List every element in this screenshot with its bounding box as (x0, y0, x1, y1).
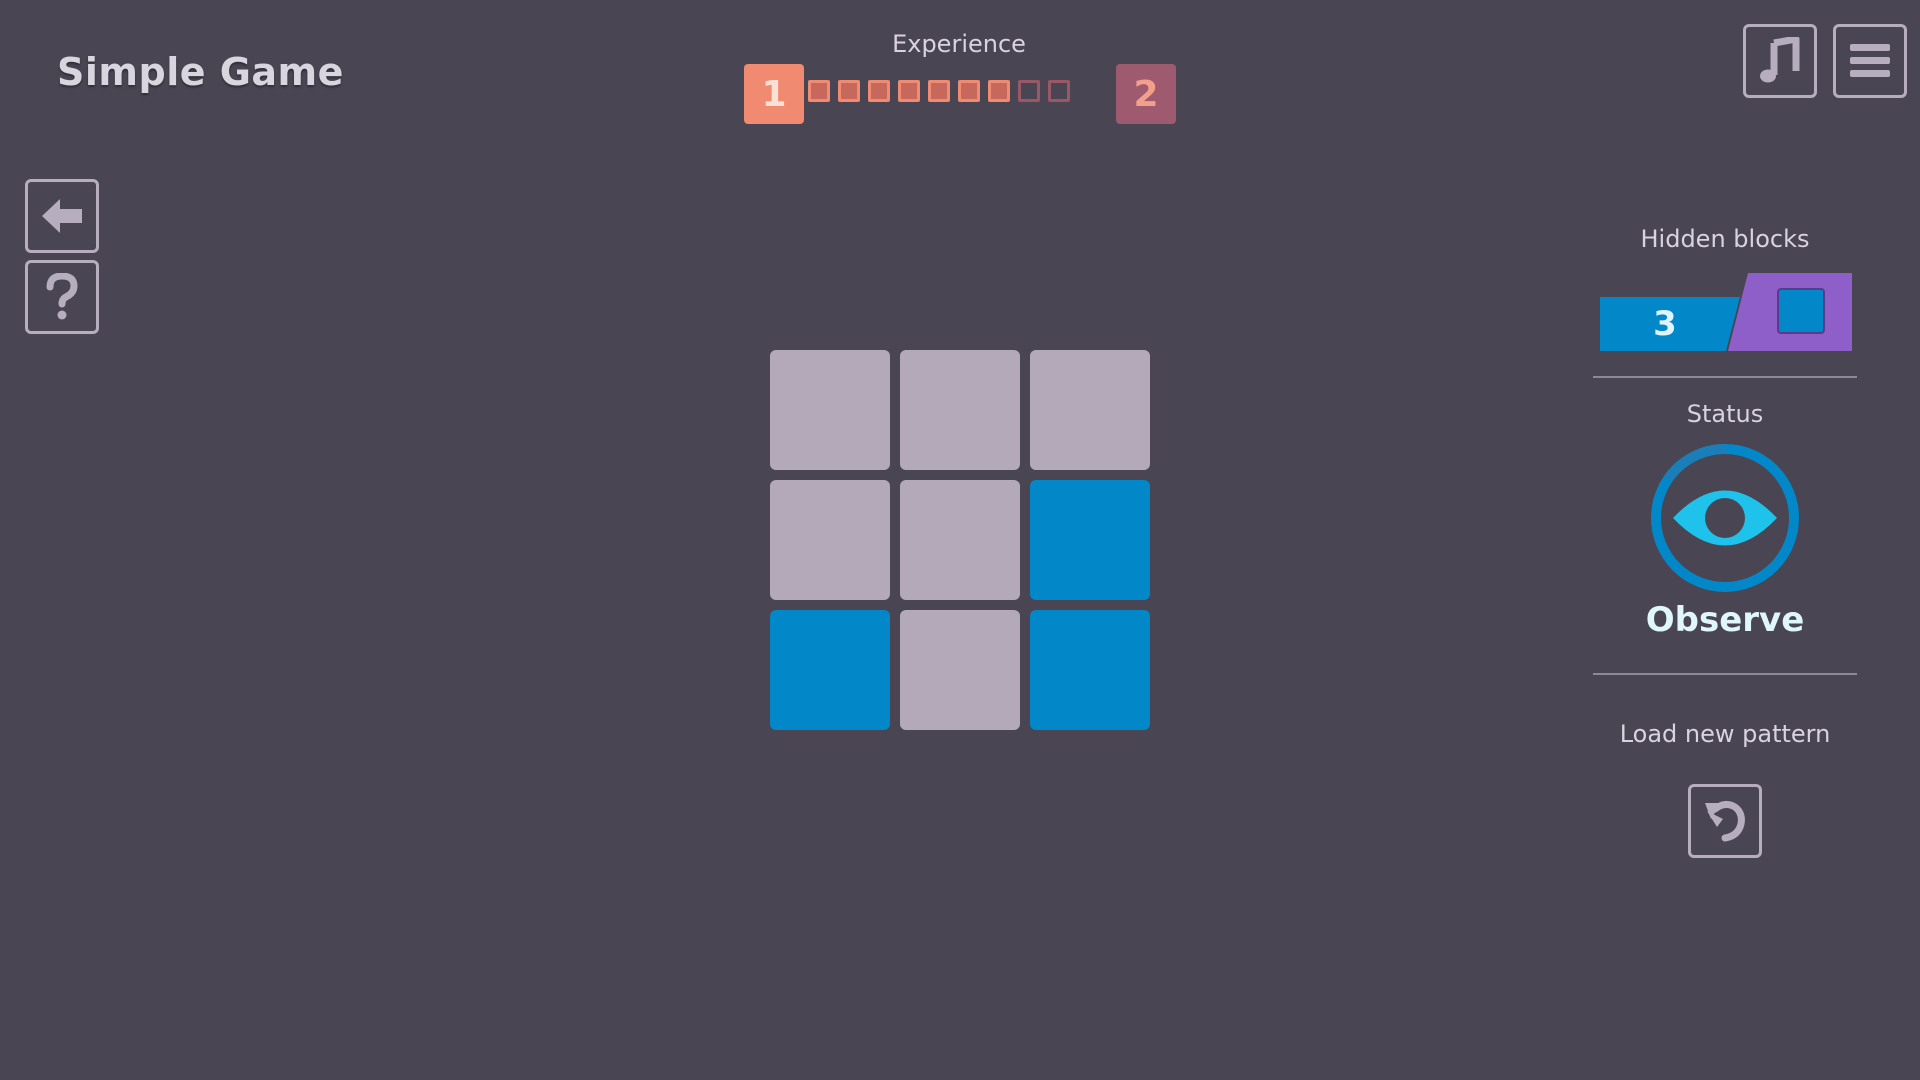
grid-cell-blue[interactable] (770, 610, 890, 730)
status-label: Status (1686, 400, 1764, 428)
hidden-blocks-count: 3 (1653, 304, 1677, 344)
status-ring (1651, 443, 1799, 592)
question-mark-icon (46, 273, 78, 320)
eye-icon (1673, 490, 1777, 546)
xp-pip-filled (838, 80, 860, 102)
next-level-badge: 2 (1116, 64, 1176, 124)
game-screen: Simple Game Experience 1 2 Hidden blocks… (0, 0, 1920, 1080)
panel-divider (1593, 376, 1857, 378)
status-value: Observe (1645, 600, 1805, 640)
current-level-badge: 1 (744, 64, 804, 124)
hidden-blocks-counter: 3 (1600, 271, 1852, 351)
grid-cell-gray[interactable] (900, 350, 1020, 470)
hidden-blocks-label: Hidden blocks (1640, 225, 1810, 253)
xp-pip-filled (898, 80, 920, 102)
xp-pip-filled (808, 80, 830, 102)
grid-cell-gray[interactable] (770, 350, 890, 470)
arrow-left-icon (42, 199, 82, 233)
load-pattern-label: Load new pattern (1619, 720, 1831, 748)
xp-pip-filled (988, 80, 1010, 102)
grid-cell-gray[interactable] (1030, 350, 1150, 470)
xp-pip-empty (1048, 80, 1070, 102)
pattern-grid (770, 350, 1150, 730)
grid-cell-gray[interactable] (770, 480, 890, 600)
xp-pip-filled (958, 80, 980, 102)
experience-progress (808, 80, 1070, 102)
help-button[interactable] (25, 260, 99, 334)
grid-cell-blue[interactable] (1030, 610, 1150, 730)
music-note-icon (1760, 37, 1800, 83)
reload-icon (1705, 800, 1745, 842)
panel-divider (1593, 673, 1857, 675)
grid-cell-gray[interactable] (900, 610, 1020, 730)
game-title: Simple Game (57, 50, 344, 94)
grid-cell-gray[interactable] (900, 480, 1020, 600)
hamburger-menu-icon (1850, 44, 1890, 77)
load-new-pattern-button[interactable] (1688, 784, 1762, 858)
menu-button[interactable] (1833, 24, 1907, 98)
music-button[interactable] (1743, 24, 1817, 98)
xp-pip-filled (868, 80, 890, 102)
back-button[interactable] (25, 179, 99, 253)
xp-pip-filled (928, 80, 950, 102)
grid-cell-blue[interactable] (1030, 480, 1150, 600)
xp-pip-empty (1018, 80, 1040, 102)
experience-label: Experience (892, 30, 1026, 58)
